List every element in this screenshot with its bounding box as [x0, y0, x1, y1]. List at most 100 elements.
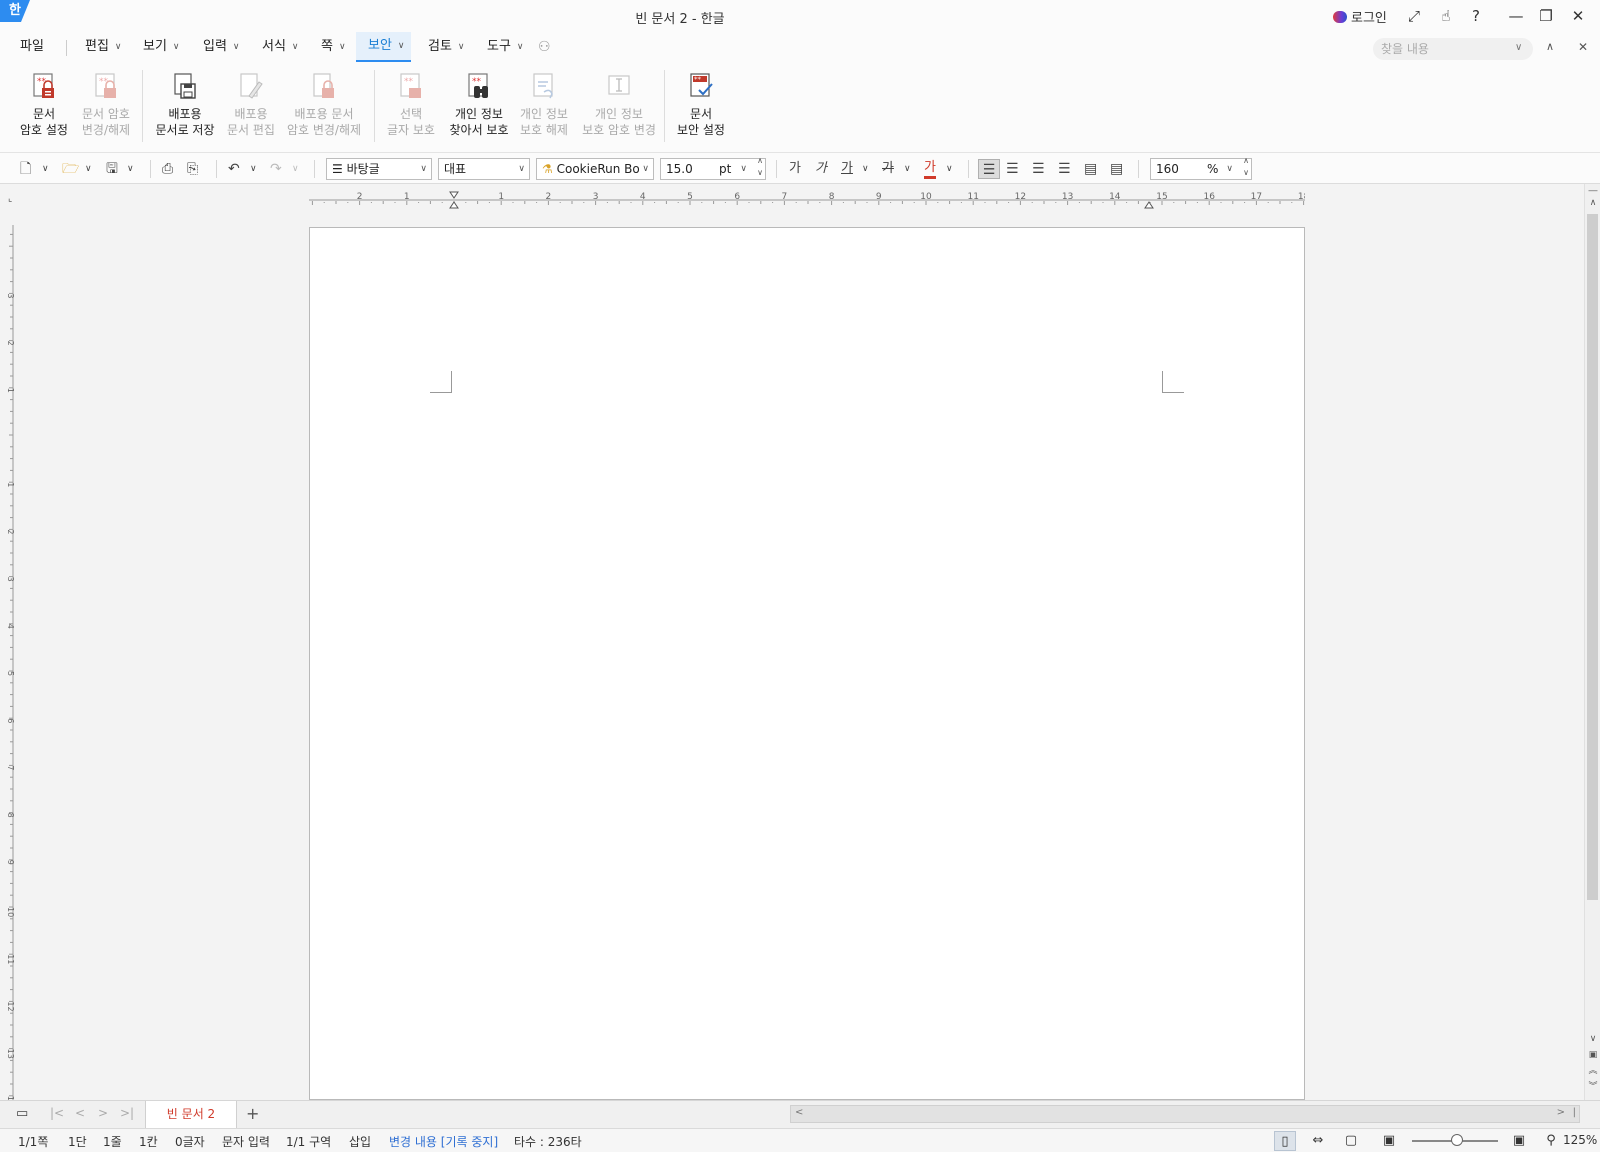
scroll-left-icon[interactable]: <	[795, 1107, 803, 1118]
italic-button[interactable]: 가	[815, 159, 827, 179]
login-button[interactable]: 로그인	[1333, 7, 1387, 26]
chevron-down-icon[interactable]: ∨	[904, 159, 911, 179]
page-layout-view-icon[interactable]: ▯	[1274, 1131, 1296, 1151]
previous-tab-icon[interactable]: <	[75, 1106, 85, 1120]
chevron-down-icon[interactable]: ∨	[946, 159, 953, 179]
chevron-down-icon[interactable]: ∨	[42, 159, 49, 179]
status-insert-mode[interactable]: 삽입	[349, 1133, 371, 1150]
change-distribution-password-button[interactable]: 배포용 문서 암호 변경/해제	[284, 72, 364, 138]
expand-icon[interactable]: ⤢	[1404, 6, 1424, 26]
change-document-password-button[interactable]: ** 문서 암호 변경/해제	[80, 72, 132, 138]
close-icon[interactable]: ✕	[1568, 6, 1588, 26]
document-password-button[interactable]: ** 문서 암호 설정	[18, 72, 70, 138]
find-input[interactable]: 찾을 내용	[1373, 38, 1533, 60]
collapse-ribbon-icon[interactable]: ∧	[1546, 32, 1554, 62]
previous-page-icon[interactable]: ︽	[1585, 1064, 1600, 1078]
menu-tools[interactable]: 도구 ∨	[487, 32, 524, 62]
fit-page-icon[interactable]: ▢	[1340, 1131, 1362, 1151]
scroll-right-icon[interactable]: >	[1557, 1107, 1565, 1118]
vertical-scrollbar[interactable]: ― ∧ ∨ ▣ ︽ ︾	[1584, 184, 1600, 1100]
right-indent-marker-icon[interactable]	[1144, 201, 1154, 209]
font-name-select[interactable]: ⚗ CookieRun Bo ∨	[536, 158, 654, 180]
menu-page[interactable]: 쪽 ∨	[321, 32, 346, 62]
chevron-down-icon: ∨	[232, 42, 240, 52]
edit-distribution-button[interactable]: 배포용 문서 편집	[224, 72, 278, 138]
menu-file[interactable]: 파일	[20, 32, 44, 62]
document-tab[interactable]: 빈 문서 2	[145, 1101, 237, 1128]
document-page[interactable]	[309, 227, 1305, 1100]
protect-selected-text-button[interactable]: ** 선택 글자 보호	[384, 72, 438, 138]
menu-edit[interactable]: 편집 ∨	[85, 32, 122, 62]
print-icon[interactable]: ⎙	[162, 159, 173, 179]
touch-icon[interactable]: ☝	[1436, 6, 1456, 26]
undo-icon[interactable]: ↶	[228, 159, 240, 179]
align-center-icon[interactable]: ☰	[1032, 159, 1045, 179]
print-preview-icon[interactable]: ⎘	[187, 159, 198, 179]
collaboration-icon[interactable]: ⚇	[538, 32, 551, 62]
last-tab-icon[interactable]: >|	[120, 1106, 134, 1120]
chevron-down-icon[interactable]: ∨	[85, 159, 92, 179]
vertical-ruler[interactable]: 3211234567891011121314	[6, 225, 20, 1100]
vertical-scroll-thumb[interactable]	[1587, 214, 1598, 900]
release-personal-info-button[interactable]: 개인 정보 보호 해제	[516, 72, 572, 138]
zoom-level[interactable]: 125%	[1563, 1133, 1597, 1147]
distribute-icon[interactable]: ▤	[1084, 159, 1097, 179]
next-page-icon[interactable]: ︾	[1585, 1080, 1600, 1094]
horizontal-ruler[interactable]: 21123456789101112131415161718	[309, 190, 1305, 210]
redo-icon[interactable]: ↷	[270, 159, 282, 179]
strikethrough-button[interactable]: 가	[882, 159, 894, 179]
font-language-select[interactable]: 대표 ∨	[438, 158, 530, 180]
track-changes-link[interactable]: 변경 내용 [기록 중지]	[389, 1133, 498, 1150]
underline-button[interactable]: 가	[841, 159, 853, 179]
restore-icon[interactable]: ❐	[1536, 6, 1556, 26]
scroll-up-icon[interactable]: ∧	[1585, 196, 1600, 210]
bold-button[interactable]: 가	[789, 159, 801, 179]
line-spacing-input[interactable]: 160 % ∨ ∧ ∨	[1150, 155, 1252, 180]
paragraph-style-select[interactable]: ☰ 바탕글 ∨	[326, 158, 432, 180]
new-document-icon[interactable]: 🗋	[20, 159, 31, 179]
zoom-page-icon[interactable]: ▣	[1508, 1131, 1530, 1151]
open-folder-icon[interactable]: 🗁	[62, 159, 79, 179]
help-icon[interactable]: ?	[1466, 6, 1486, 26]
menu-review[interactable]: 검토 ∨	[428, 32, 465, 62]
menu-insert[interactable]: 입력 ∨	[203, 32, 240, 62]
fit-width-icon[interactable]: ⇔	[1307, 1131, 1329, 1151]
scroll-end-icon[interactable]: |	[1573, 1107, 1576, 1118]
find-protect-personal-info-button[interactable]: ** 개인 정보 찾아서 보호	[444, 72, 514, 138]
zoom-icon[interactable]: ⚲	[1540, 1131, 1562, 1151]
divide-icon[interactable]: ▤	[1110, 159, 1123, 179]
page-view-toggle-icon[interactable]: ▭	[16, 1106, 28, 1121]
save-icon[interactable]: 🖫	[106, 159, 118, 179]
change-personal-info-password-button[interactable]: 개인 정보 보호 암호 변경	[578, 72, 660, 138]
chevron-down-icon[interactable]: ∨	[862, 159, 869, 179]
close-find-icon[interactable]: ✕	[1578, 32, 1588, 62]
save-as-distribution-button[interactable]: 배포용 문서로 저장	[150, 72, 220, 138]
font-size-spinner-icon[interactable]: ∧ ∨	[757, 155, 763, 179]
align-left-icon[interactable]: ☰	[1006, 159, 1019, 179]
page-view-icon[interactable]: ▣	[1585, 1048, 1600, 1062]
menu-format[interactable]: 서식 ∨	[262, 32, 299, 62]
font-color-button[interactable]: 가	[924, 159, 936, 179]
minimize-icon[interactable]: —	[1506, 6, 1526, 26]
first-tab-icon[interactable]: |<	[50, 1106, 64, 1120]
align-right-icon[interactable]: ☰	[1058, 159, 1071, 179]
chevron-down-icon[interactable]: ∨	[292, 159, 299, 179]
chevron-down-icon[interactable]: ∨	[1515, 42, 1522, 53]
actual-size-icon[interactable]: ▣	[1378, 1131, 1400, 1151]
document-security-settings-button[interactable]: ** 문서 보안 설정	[674, 72, 728, 138]
zoom-slider-handle[interactable]	[1451, 1134, 1463, 1146]
status-page[interactable]: 1/1쪽	[18, 1133, 48, 1150]
status-input-mode[interactable]: 문자 입력	[222, 1133, 270, 1150]
menu-view[interactable]: 보기 ∨	[143, 32, 180, 62]
horizontal-scrollbar[interactable]: < > |	[790, 1105, 1580, 1123]
menu-security[interactable]: 보안 ∨	[356, 32, 411, 62]
scroll-down-icon[interactable]: ∨	[1585, 1032, 1600, 1046]
next-tab-icon[interactable]: >	[98, 1106, 108, 1120]
add-tab-icon[interactable]: +	[246, 1104, 259, 1123]
tab-stop-selector-icon[interactable]: ⌞	[8, 194, 20, 204]
font-size-input[interactable]: 15.0 pt ∨ ∧ ∨	[660, 155, 766, 180]
chevron-down-icon[interactable]: ∨	[250, 159, 257, 179]
line-spacing-spinner-icon[interactable]: ∧ ∨	[1243, 155, 1249, 179]
chevron-down-icon[interactable]: ∨	[127, 159, 134, 179]
align-justify-icon[interactable]: ☰	[978, 159, 1000, 179]
